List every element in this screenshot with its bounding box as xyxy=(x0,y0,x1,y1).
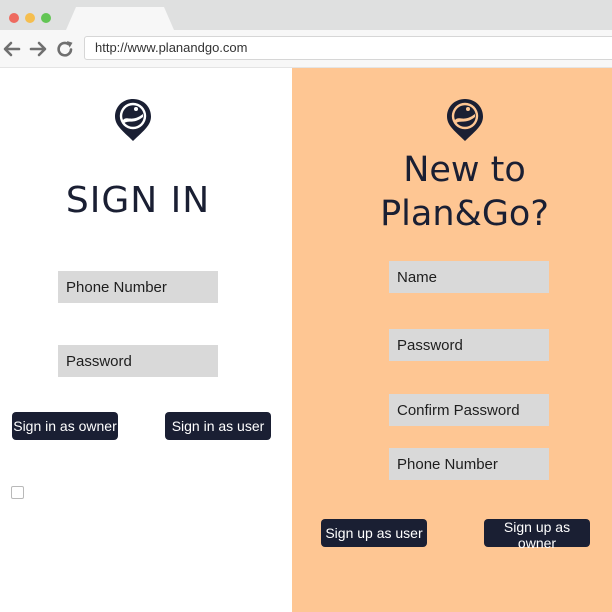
signup-phone-number-input[interactable] xyxy=(389,448,549,480)
sign-in-as-user-button[interactable]: Sign in as user xyxy=(165,412,271,440)
phone-number-input[interactable] xyxy=(58,271,218,303)
sign-in-as-owner-button[interactable]: Sign in as owner xyxy=(12,412,118,440)
confirm-password-input[interactable] xyxy=(389,394,549,426)
browser-title-bar xyxy=(0,0,612,30)
sign-up-panel: New to Plan&Go? Sign up as user Sign up … xyxy=(292,68,612,612)
sign-up-title-line-1: New to xyxy=(403,150,526,190)
sign-up-as-user-button[interactable]: Sign up as user xyxy=(321,519,427,547)
location-pin-icon xyxy=(113,97,153,143)
minimize-window-button[interactable] xyxy=(25,13,35,23)
password-input[interactable] xyxy=(58,345,218,377)
remember-checkbox[interactable] xyxy=(11,486,24,499)
arrow-right-icon[interactable] xyxy=(28,39,48,64)
address-bar[interactable]: http://www.planandgo.com xyxy=(84,36,612,60)
browser-tab[interactable] xyxy=(66,7,174,30)
sign-in-panel: SIGN IN Sign in as owner Sign in as user xyxy=(0,68,292,612)
reload-icon[interactable] xyxy=(55,39,75,64)
location-pin-icon xyxy=(445,97,485,143)
name-input[interactable] xyxy=(389,261,549,293)
sign-up-as-owner-button[interactable]: Sign up as owner xyxy=(484,519,590,551)
sign-up-title-line-2: Plan&Go? xyxy=(380,194,549,234)
sign-in-title: SIGN IN xyxy=(65,180,211,221)
sign-up-title: New to Plan&Go? xyxy=(292,148,612,236)
signup-password-input[interactable] xyxy=(389,329,549,361)
close-window-button[interactable] xyxy=(9,13,19,23)
browser-toolbar: http://www.planandgo.com xyxy=(0,30,612,68)
maximize-window-button[interactable] xyxy=(41,13,51,23)
arrow-left-icon[interactable] xyxy=(2,39,22,64)
